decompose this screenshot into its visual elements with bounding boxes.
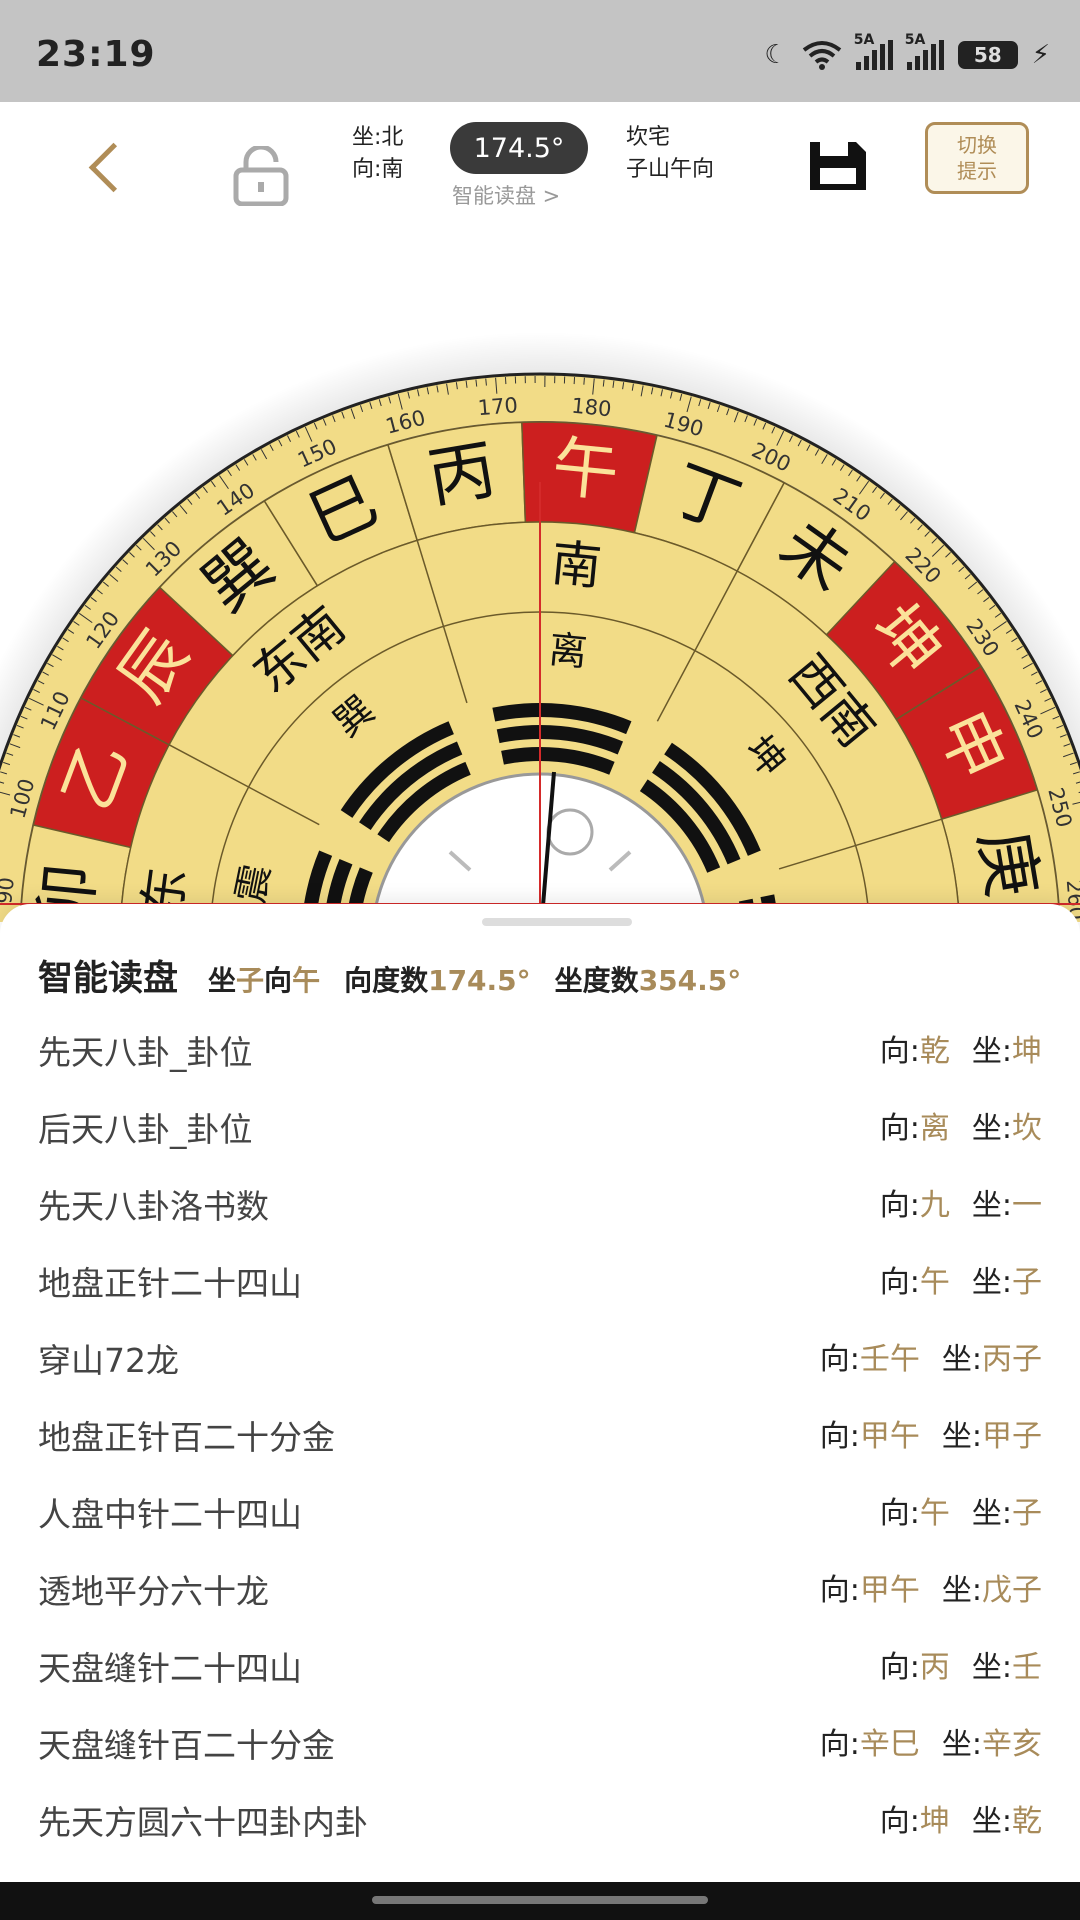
reading-value: 向:坤 坐:乾: [879, 1804, 1042, 1839]
signal-icon-2: 5A: [905, 32, 944, 70]
reading-label: 地盘正针百二十分金: [38, 1418, 335, 1457]
reading-row: 地盘正针百二十分金 向:甲午 坐:甲子: [0, 1395, 1080, 1472]
reading-value: 向:午 坐:子: [879, 1265, 1042, 1300]
reading-value: 向:辛巳 坐:辛亥: [819, 1727, 1042, 1762]
reading-row: 先天八卦洛书数 向:九 坐:一: [0, 1164, 1080, 1241]
smart-reading-sheet: 智能读盘 坐子向午 向度数 174.5° 坐度数 354.5° 先天八卦_卦位 向:乾…: [0, 904, 1080, 1882]
reading-row: 穿山72龙 向:壬午 坐:丙子: [0, 1318, 1080, 1395]
degree-tick: [583, 377, 585, 385]
mountain-label: 庚: [965, 825, 1052, 903]
reading-row: 地盘正针二十四山 向:午 坐:子: [0, 1241, 1080, 1318]
reading-label: 天盘缝针二十四山: [38, 1649, 302, 1688]
degree-tick: [485, 378, 487, 386]
reading-value: 向:甲午 坐:甲子: [819, 1419, 1042, 1454]
reading-value: 向:壬午 坐:丙子: [819, 1342, 1042, 1377]
compass-dial[interactable]: 90100110120130140150160 170 18019020021022…: [0, 232, 1080, 922]
reading-label: 人盘中针二十四山: [38, 1495, 302, 1534]
save-icon[interactable]: [806, 138, 870, 194]
reading-row: 天盘缝针百二十分金 向:辛巳 坐:辛亥: [0, 1703, 1080, 1780]
degree-display[interactable]: 174.5°: [450, 122, 588, 174]
sheet-title: 智能读盘: [38, 959, 179, 999]
reading-row: 天盘缝针二十四山 向:丙 坐:壬: [0, 1626, 1080, 1703]
home-indicator[interactable]: [372, 1896, 708, 1904]
switch-hint-button[interactable]: 切换 提示: [925, 122, 1029, 194]
top-toolbar: 坐:北 向:南 174.5° 智能读盘 > 坎宅 子山午向 切换 提示: [0, 102, 1080, 232]
reading-row: 先天八卦_卦位 向:乾 坐:坤: [0, 1010, 1080, 1087]
reading-list: 先天八卦_卦位 向:乾 坐:坤后天八卦_卦位 向:离 坐:坎先天八卦洛书数 向:九 坐:一地…: [0, 1010, 1080, 1857]
status-bar: 23:19 ☾ 5A 5A 58 ⚡: [0, 0, 1080, 102]
signal-icon-1: 5A: [854, 32, 893, 70]
battery-icon: 58: [957, 41, 1018, 69]
reading-value: 向:离 坐:坎: [879, 1111, 1042, 1146]
trigram-name-label: 离: [547, 627, 589, 674]
mountain-label: 丙: [423, 431, 501, 518]
reading-row: 透地平分六十龙 向:甲午 坐:戊子: [0, 1549, 1080, 1626]
reading-label: 先天八卦洛书数: [38, 1187, 269, 1226]
direction-label: 南: [549, 534, 604, 597]
house-info: 坎宅 子山午向: [626, 122, 714, 186]
smart-reading-link[interactable]: 智能读盘 >: [452, 180, 560, 210]
reading-summary: 智能读盘 坐子向午 向度数 174.5° 坐度数 354.5°: [38, 950, 741, 1001]
reading-label: 透地平分六十龙: [38, 1572, 269, 1611]
reading-row: 后天八卦_卦位 向:离 坐:坎: [0, 1087, 1080, 1164]
mountain-direction: 子山午向: [626, 157, 715, 182]
reading-label: 先天八卦_卦位: [38, 1033, 253, 1072]
lock-icon[interactable]: [232, 146, 290, 206]
reading-value: 向:丙 坐:壬: [879, 1650, 1042, 1685]
status-time: 23:19: [36, 34, 156, 75]
reading-value: 向:甲午 坐:戊子: [819, 1573, 1042, 1608]
house-type: 坎宅: [626, 125, 671, 150]
reading-label: 后天八卦_卦位: [38, 1110, 253, 1149]
status-icons: ☾ 5A 5A 58 ⚡: [764, 32, 1050, 70]
reading-label: 穿山72龙: [38, 1341, 179, 1380]
sit-direction-info: 坐:北 向:南: [352, 122, 403, 186]
mountain-label: 午: [549, 428, 622, 511]
degree-tick-label: 180: [570, 394, 612, 422]
reading-row: 先天方圆六十四卦内卦 向:坤 坐:乾: [0, 1780, 1080, 1857]
degree-tick-label: 90: [0, 876, 19, 905]
reading-label: 天盘缝针百二十分金: [38, 1726, 335, 1765]
reading-row: 人盘中针二十四山 向:午 坐:子: [0, 1472, 1080, 1549]
reading-value: 向:午 坐:子: [879, 1496, 1042, 1531]
charging-icon: ⚡: [1031, 40, 1050, 70]
wifi-icon: [802, 41, 841, 70]
reading-value: 向:九 坐:一: [879, 1188, 1042, 1223]
reading-label: 地盘正针二十四山: [38, 1264, 302, 1303]
sheet-drag-handle[interactable]: [482, 918, 632, 926]
moon-icon: ☾: [764, 40, 788, 70]
back-icon[interactable]: [88, 142, 139, 193]
reading-label: 先天方圆六十四卦内卦: [38, 1803, 368, 1842]
reading-value: 向:乾 坐:坤: [879, 1034, 1042, 1069]
navigation-bar: [0, 1882, 1080, 1920]
sit-line: 坐:北: [352, 125, 404, 150]
dir-line: 向:南: [352, 157, 404, 182]
degree-tick-label: 170: [477, 393, 519, 420]
